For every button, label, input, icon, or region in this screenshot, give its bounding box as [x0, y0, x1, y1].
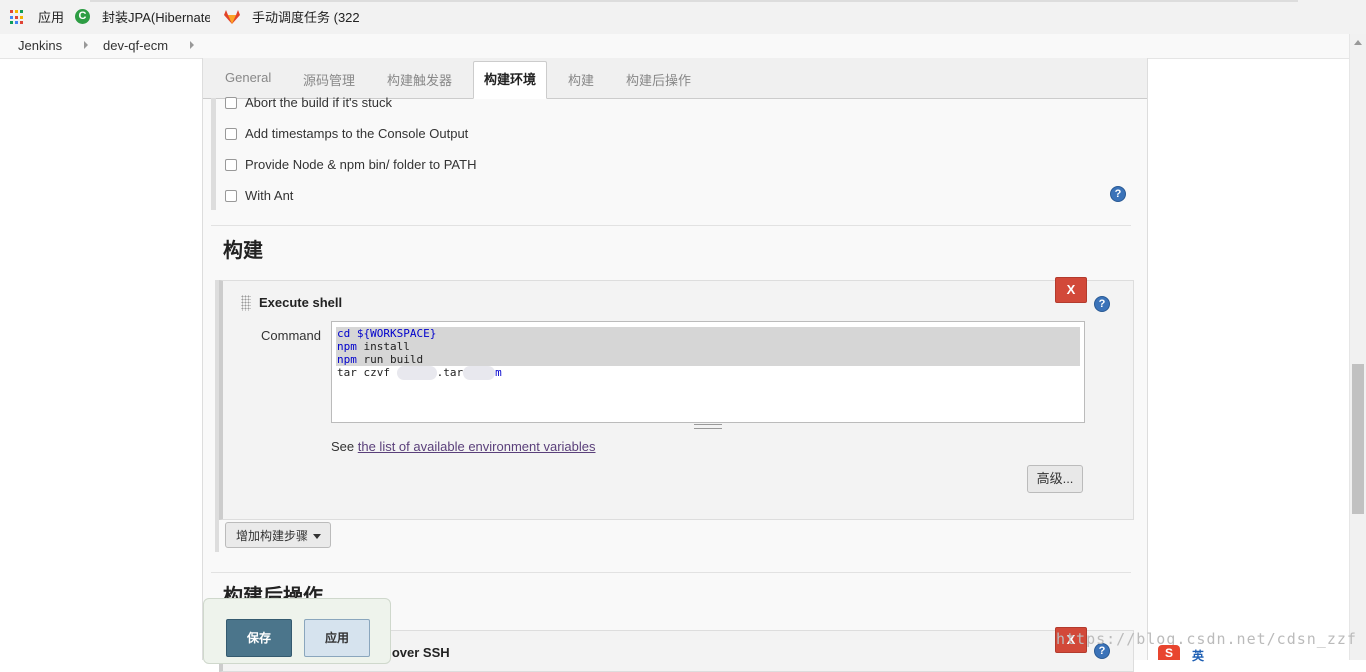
- apps-grid-icon[interactable]: [10, 10, 25, 25]
- tab-scm[interactable]: 源码管理: [303, 70, 355, 89]
- sogou-s-icon: S: [1158, 645, 1180, 660]
- command-textarea[interactable]: cd ${WORKSPACE} npm install npm run buil…: [331, 321, 1085, 429]
- tab-general[interactable]: General: [225, 70, 271, 85]
- command-line: npm run build: [337, 353, 424, 366]
- text-selection: [336, 327, 1080, 366]
- command-line: tar czvf .tar m: [337, 366, 502, 380]
- tab-build[interactable]: 构建: [568, 70, 594, 89]
- post-step-title: s over SSH: [381, 645, 450, 660]
- breadcrumb-chevron-icon[interactable]: [190, 41, 194, 49]
- help-icon[interactable]: ?: [1110, 186, 1126, 202]
- ime-toolbar[interactable]: S 英: [1158, 645, 1350, 663]
- breadcrumb: Jenkins dev-qf-ecm: [0, 34, 1366, 59]
- command-line: cd ${WORKSPACE}: [337, 327, 437, 340]
- checkbox[interactable]: [225, 128, 237, 140]
- delete-step-button[interactable]: X: [1055, 277, 1087, 303]
- c-icon: C: [75, 9, 90, 24]
- section-divider: [211, 225, 1131, 226]
- save-apply-bar: 保存 应用: [203, 598, 391, 664]
- save-button[interactable]: 保存: [226, 619, 292, 657]
- address-bar-edge: [90, 0, 1298, 2]
- section-indent-bar: [211, 98, 216, 210]
- advanced-button[interactable]: 高级...: [1027, 465, 1083, 493]
- scroll-up-arrow-icon[interactable]: [1354, 40, 1362, 45]
- section-divider: [211, 572, 1131, 573]
- checkbox[interactable]: [225, 159, 237, 171]
- help-icon[interactable]: ?: [1094, 296, 1110, 312]
- command-label: Command: [261, 328, 321, 343]
- ime-mode[interactable]: 英: [1192, 647, 1204, 664]
- breadcrumb-jenkins[interactable]: Jenkins: [18, 38, 62, 53]
- page-scrollbar[interactable]: [1349, 34, 1366, 660]
- bookmark-apps[interactable]: 应用: [38, 9, 64, 27]
- execute-shell-step: Execute shell X ? Command cd ${WORKSPACE…: [219, 277, 1134, 520]
- checkbox[interactable]: [225, 97, 237, 109]
- env-vars-link[interactable]: the list of available environment variab…: [358, 439, 596, 454]
- bookmark-task[interactable]: 手动调度任务 (3220: [252, 9, 360, 27]
- config-tabs: General 源码管理 构建触发器 构建环境 构建 构建后操作: [203, 58, 1147, 99]
- redacted-blur: [463, 366, 496, 380]
- checkbox[interactable]: [225, 190, 237, 202]
- caret-down-icon: [313, 534, 321, 539]
- bookmarks-bar: 应用 C 封装JPA(Hibernate) 手动调度任务 (3220: [0, 0, 1366, 35]
- apply-button[interactable]: 应用: [304, 619, 370, 657]
- command-line: npm install: [337, 340, 410, 353]
- env-vars-hint: See the list of available environment va…: [331, 439, 596, 454]
- redacted-blur: [396, 366, 437, 380]
- tab-build-env[interactable]: 构建环境: [473, 61, 548, 99]
- scroll-thumb[interactable]: [1352, 364, 1364, 514]
- resize-grip-icon[interactable]: [694, 424, 722, 429]
- breadcrumb-chevron-icon[interactable]: [84, 41, 88, 49]
- step-title: Execute shell: [259, 295, 343, 310]
- tab-triggers[interactable]: 构建触发器: [387, 70, 452, 89]
- breadcrumb-job[interactable]: dev-qf-ecm: [103, 38, 168, 53]
- bookmark-jpa[interactable]: 封装JPA(Hibernate): [102, 9, 210, 27]
- gitlab-fox-icon: [224, 10, 240, 24]
- section-title-build: 构建: [223, 240, 263, 262]
- add-build-step-button[interactable]: 增加构建步骤: [225, 522, 331, 548]
- config-panel: General 源码管理 构建触发器 构建环境 构建 构建后操作 Abort t…: [202, 58, 1148, 672]
- add-build-step-label: 增加构建步骤: [236, 529, 309, 543]
- tab-post-build[interactable]: 构建后操作: [626, 70, 691, 89]
- drag-handle-icon[interactable]: [241, 295, 251, 311]
